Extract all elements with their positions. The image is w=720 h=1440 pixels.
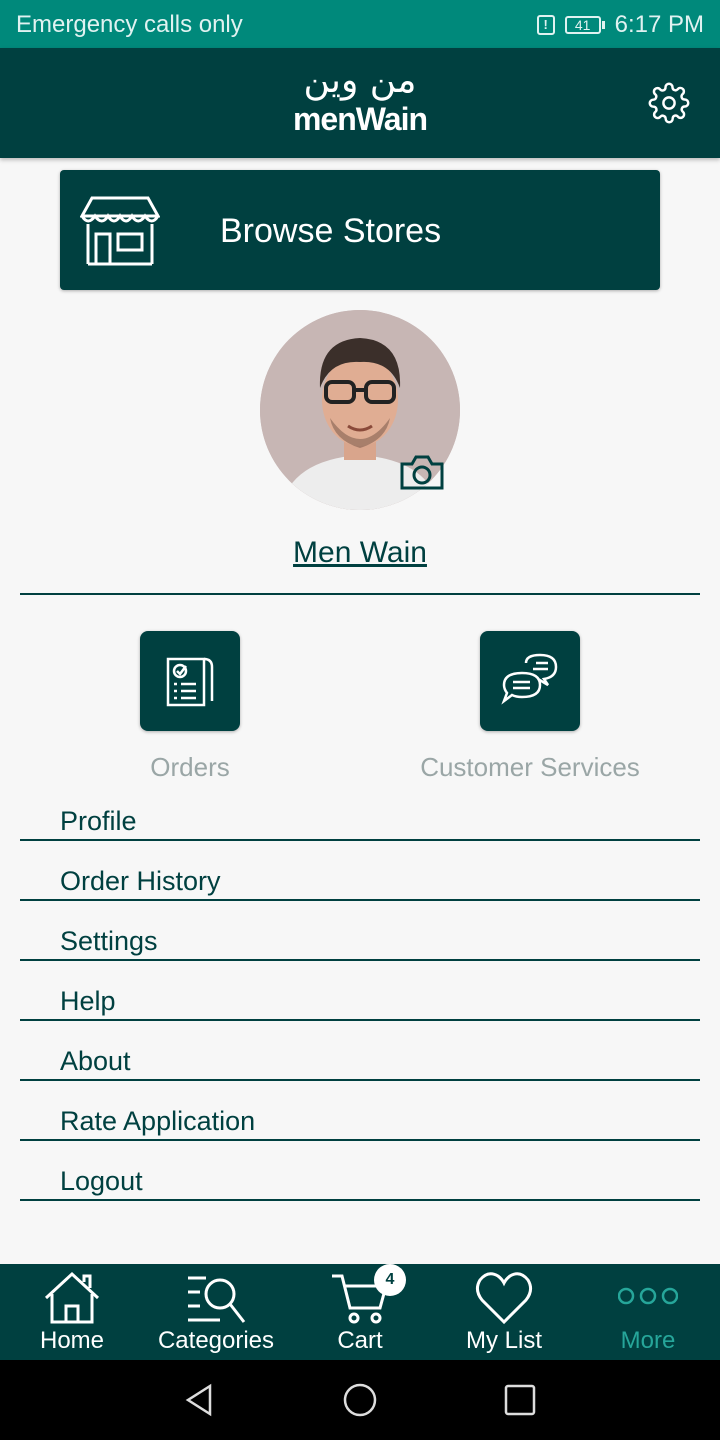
store-icon: [80, 196, 160, 266]
nav-label: Cart: [337, 1327, 383, 1354]
chat-bubbles-icon: [501, 653, 558, 705]
nav-label: Home: [39, 1327, 105, 1354]
gear-icon[interactable]: [648, 82, 690, 124]
menu-item-about[interactable]: About: [20, 1033, 700, 1081]
orders-icon: [166, 657, 214, 707]
customer-services-button[interactable]: [480, 631, 580, 731]
app-bar: من وين menWain: [0, 48, 720, 158]
menu-item-label: Logout: [60, 1166, 143, 1196]
recents-icon[interactable]: [502, 1382, 538, 1418]
nav-label: My List: [465, 1327, 542, 1354]
nav-cart[interactable]: Cart: [288, 1264, 432, 1360]
logo-english: menWain: [292, 101, 428, 137]
customer-services-label: Customer Services: [420, 752, 640, 782]
menu-item-label: Order History: [60, 866, 221, 896]
bottom-nav: Home Categories Cart My List More: [0, 1264, 720, 1360]
cart-count-badge: 4: [374, 1264, 406, 1296]
home-circle-icon[interactable]: [342, 1382, 378, 1418]
carrier-text: Emergency calls only: [16, 11, 243, 38]
profile-name[interactable]: Men Wain: [0, 536, 720, 570]
nav-categories[interactable]: Categories: [144, 1264, 288, 1360]
nav-label: More: [620, 1327, 676, 1354]
menu-item-help[interactable]: Help: [20, 973, 700, 1021]
status-icons: ! 41 6:17 PM: [536, 11, 704, 39]
menu-item-profile[interactable]: Profile: [20, 793, 700, 841]
nav-more[interactable]: More: [576, 1264, 720, 1360]
menu-item-label: Rate Application: [60, 1106, 256, 1136]
menu-item-rate-application[interactable]: Rate Application: [20, 1093, 700, 1141]
logo-arabic: من وين: [303, 60, 417, 101]
system-nav-bar: [0, 1360, 720, 1440]
sim-alert-icon: !: [536, 15, 555, 35]
battery-icon: 41: [564, 16, 605, 34]
menu-item-order-history[interactable]: Order History: [20, 853, 700, 901]
heart-icon: [475, 1272, 533, 1325]
app-logo: من وين menWain: [0, 60, 720, 136]
home-icon: [44, 1271, 100, 1324]
camera-icon[interactable]: [398, 452, 446, 492]
battery-level: 41: [564, 16, 601, 34]
categories-icon: [188, 1276, 246, 1323]
orders-label: Orders: [150, 752, 230, 782]
browse-stores-label: Browse Stores: [220, 212, 442, 250]
nav-my-list[interactable]: My List: [432, 1264, 576, 1360]
menu-item-label: Help: [60, 986, 116, 1016]
more-icon: [618, 1287, 678, 1305]
status-bar: Emergency calls only ! 41 6:17 PM: [0, 0, 720, 48]
clock: 6:17 PM: [614, 11, 704, 38]
nav-home[interactable]: Home: [0, 1264, 144, 1360]
divider: [20, 593, 700, 595]
nav-label: Categories: [157, 1327, 275, 1354]
menu-item-label: Settings: [60, 926, 158, 956]
menu-item-logout[interactable]: Logout: [20, 1153, 700, 1201]
orders-button[interactable]: [140, 631, 240, 731]
menu-item-label: Profile: [60, 806, 137, 836]
browse-stores-button[interactable]: Browse Stores: [60, 170, 660, 290]
back-icon[interactable]: [182, 1382, 218, 1418]
menu-item-label: About: [60, 1046, 131, 1076]
menu-item-settings[interactable]: Settings: [20, 913, 700, 961]
